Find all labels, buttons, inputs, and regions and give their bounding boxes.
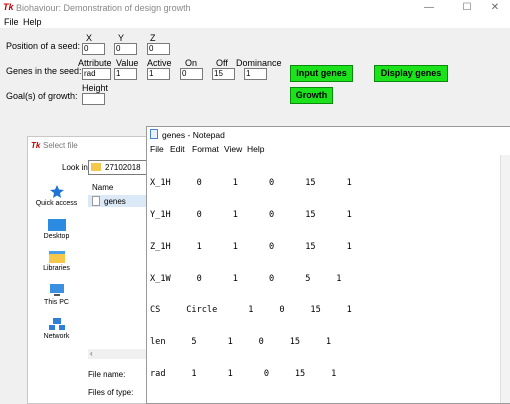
scroll-left-icon[interactable]: ‹ <box>90 349 93 358</box>
header-value: Value <box>116 58 139 68</box>
place-label: Desktop <box>43 233 70 240</box>
desktop-icon <box>47 219 66 231</box>
seed-y-input[interactable]: 0 <box>114 43 137 55</box>
display-genes-button[interactable]: Display genes <box>374 65 448 82</box>
seed-x-input[interactable]: 0 <box>82 43 105 55</box>
file-name: genes <box>104 197 126 206</box>
notepad-menu-edit[interactable]: Edit <box>170 144 185 154</box>
gene-dominance-input[interactable]: 1 <box>244 68 267 80</box>
genes-label: Genes in the seed: <box>6 66 82 76</box>
computer-icon <box>49 284 65 297</box>
gene-attribute-input[interactable]: rad <box>82 68 111 80</box>
text-line: X_1W 0 1 0 5 1 <box>150 273 342 284</box>
file-name-label: File name: <box>88 370 126 379</box>
input-genes-button[interactable]: Input genes <box>290 65 353 82</box>
star-icon <box>49 185 65 198</box>
place-desktop[interactable]: Desktop <box>28 219 85 240</box>
text-line: rad 1 1 0 15 1 <box>150 368 337 379</box>
file-row-genes[interactable]: genes <box>88 195 146 207</box>
gene-off-input[interactable]: 15 <box>212 68 235 80</box>
header-x: X <box>86 33 93 43</box>
place-this-pc[interactable]: This PC <box>28 284 85 306</box>
notepad-menu-view[interactable]: View <box>224 144 242 154</box>
notepad-text-area[interactable]: X_1H 0 1 0 15 1 Y_1H 0 1 0 15 1 Z_1H 1 1… <box>150 157 352 401</box>
notepad-menu-help[interactable]: Help <box>247 144 264 154</box>
gene-on-input[interactable]: 0 <box>180 68 203 80</box>
minimize-button[interactable]: — <box>414 0 444 16</box>
notepad-title: genes - Notepad <box>162 130 225 140</box>
notepad-menu-file[interactable]: File <box>150 144 164 154</box>
close-button[interactable]: ✕ <box>480 0 510 16</box>
notepad-menu-format[interactable]: Format <box>192 144 219 154</box>
window-title: Biohaviour: Demonstration of design grow… <box>16 3 191 13</box>
maximize-button[interactable]: ☐ <box>452 0 482 16</box>
notepad-title-bar: genes - Notepad <box>147 127 510 141</box>
header-active: Active <box>147 58 172 68</box>
header-height: Height <box>82 83 109 93</box>
menu-bar <box>0 16 510 28</box>
seed-z-input[interactable]: 0 <box>147 43 170 55</box>
place-libraries[interactable]: Libraries <box>28 251 85 272</box>
text-line: len 5 1 0 15 1 <box>150 337 332 348</box>
gene-active-input[interactable]: 1 <box>147 68 170 80</box>
place-network[interactable]: Network <box>28 318 85 340</box>
header-attribute: Attribute <box>78 58 112 68</box>
notepad-menu-bar: File Edit Format View Help <box>147 143 510 155</box>
goals-label: Goal(s) of growth: <box>6 91 78 101</box>
header-on: On <box>185 58 198 68</box>
place-label: Network <box>43 333 70 340</box>
menu-help[interactable]: Help <box>23 17 42 27</box>
name-column-header[interactable]: Name <box>92 183 113 192</box>
menu-file[interactable]: File <box>4 17 19 27</box>
text-line: CS Circle 1 0 15 1 <box>150 305 352 316</box>
dialog-title: Select file <box>43 141 78 150</box>
place-label: Libraries <box>43 265 70 272</box>
text-line: Z_1H 1 1 0 15 1 <box>150 241 352 252</box>
tk-dialog-icon: Tk <box>31 141 41 150</box>
text-line: X_1H 0 1 0 15 1 <box>150 178 352 189</box>
notepad-vertical-scrollbar[interactable] <box>500 155 510 403</box>
header-z: Z <box>150 33 156 43</box>
text-line: Y_1H 0 1 0 15 1 <box>150 209 352 220</box>
libraries-icon <box>48 251 65 263</box>
horizontal-scrollbar[interactable]: ‹ <box>88 349 146 359</box>
place-quick-access[interactable]: Quick access <box>28 185 85 207</box>
look-in-folder-name: 27102018 <box>105 163 141 172</box>
gene-value-input[interactable]: 1 <box>114 68 137 80</box>
notepad-window: genes - Notepad File Edit Format View He… <box>146 126 510 404</box>
tk-app-icon: Tk <box>3 2 14 12</box>
text-file-icon <box>92 196 100 206</box>
header-dominance: Dominance <box>236 58 282 68</box>
notepad-icon <box>150 129 158 139</box>
place-label: This PC <box>44 299 69 306</box>
file-type-label: Files of type: <box>88 388 134 397</box>
growth-button[interactable]: Growth <box>290 87 333 104</box>
place-label: Quick access <box>35 200 78 207</box>
header-off: Off <box>216 58 228 68</box>
look-in-label: Look in: <box>62 163 91 172</box>
network-icon <box>48 318 65 331</box>
goal-height-input[interactable] <box>82 93 105 105</box>
header-y: Y <box>118 33 125 43</box>
seed-position-label: Position of a seed: <box>6 41 81 51</box>
folder-icon <box>91 163 101 171</box>
